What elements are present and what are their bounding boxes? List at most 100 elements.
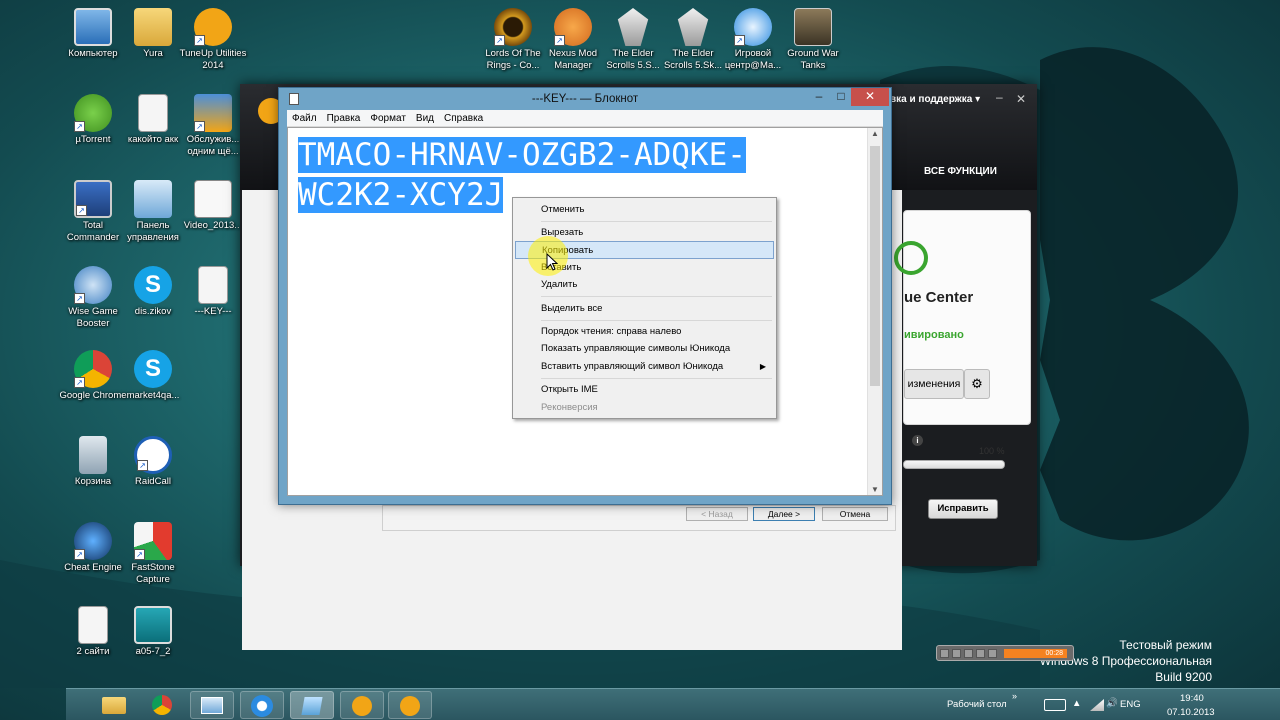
taskbar-control-panel[interactable] <box>190 691 234 719</box>
menu-edit[interactable]: Правка <box>322 110 366 127</box>
game-center-icon <box>251 695 273 717</box>
menu-file[interactable]: Файл <box>287 110 322 127</box>
shortcut-arrow-icon: ↗ <box>74 293 85 304</box>
toolbar-chevron-icon[interactable]: » <box>1012 691 1017 701</box>
menu-help[interactable]: Справка <box>439 110 488 127</box>
close-button[interactable]: ✕ <box>851 88 889 106</box>
shortcut-arrow-icon: ↗ <box>734 35 745 46</box>
nexus-icon: ↗ <box>554 8 592 46</box>
menu-item-select-all[interactable]: Выделить все <box>515 300 774 318</box>
taskbar-explorer[interactable] <box>92 691 136 719</box>
desktop-icon-a05[interactable]: a05-7_2 <box>118 606 188 658</box>
notepad-title: ---KEY--- — Блокнот <box>531 93 639 105</box>
menu-separator <box>541 320 772 321</box>
back-button[interactable]: < Назад <box>686 507 748 521</box>
player-button[interactable] <box>988 649 997 658</box>
desktop-icon-keyfile[interactable]: ---KEY--- <box>178 266 248 318</box>
player-button[interactable] <box>952 649 961 658</box>
settings-gear-button[interactable]: ⚙ <box>964 369 990 399</box>
recorder-mini-player: 00:28 <box>936 645 1074 661</box>
menu-separator <box>541 221 772 222</box>
desktop-icon-faststone[interactable]: ↗ FastStone Capture <box>118 522 188 586</box>
text-file-icon <box>78 606 108 644</box>
player-button[interactable] <box>976 649 985 658</box>
skyrim-icon <box>677 8 709 46</box>
support-link[interactable]: вка и поддержка ▾ <box>890 94 980 105</box>
taskbar-tuneup-2[interactable] <box>388 691 432 719</box>
menu-item-delete[interactable]: Удалить <box>515 276 774 294</box>
progress-percent: 100 % <box>979 446 1005 456</box>
taskbar-game-center[interactable] <box>240 691 284 719</box>
progress-fill <box>904 461 1004 468</box>
menu-separator <box>541 378 772 379</box>
clock-time[interactable]: 19:40 <box>1180 693 1204 704</box>
taskbar-notepad[interactable] <box>290 691 334 719</box>
menu-item-reconversion: Реконверсия <box>541 402 598 413</box>
floppy-icon: ↗ <box>74 180 112 218</box>
taskbar-chrome[interactable] <box>140 691 184 719</box>
desktop-icon-raidcall[interactable]: ↗ RaidCall <box>118 436 188 488</box>
faststone-icon: ↗ <box>134 522 172 560</box>
shortcut-arrow-icon: ↗ <box>494 35 505 46</box>
menu-separator <box>541 296 772 297</box>
tuneup-icon <box>352 696 372 716</box>
close-icon[interactable]: ✕ <box>1016 92 1026 106</box>
scrollbar-thumb[interactable] <box>870 146 880 386</box>
player-button[interactable] <box>964 649 973 658</box>
changes-button[interactable]: изменения <box>904 369 964 399</box>
clock-date[interactable]: 07.10.2013 <box>1167 707 1215 718</box>
tank-icon <box>794 8 832 46</box>
menu-view[interactable]: Вид <box>411 110 439 127</box>
player-button[interactable] <box>940 649 949 658</box>
taskbar-tuneup[interactable] <box>340 691 384 719</box>
all-functions-tab[interactable]: ВСЕ ФУНКЦИИ <box>924 166 997 177</box>
shortcut-arrow-icon: ↗ <box>74 121 85 132</box>
chrome-icon: ↗ <box>74 350 112 388</box>
scroll-up-icon[interactable]: ▲ <box>871 129 879 138</box>
cancel-button[interactable]: Отмена <box>822 507 888 521</box>
keyboard-icon[interactable] <box>1044 699 1066 711</box>
next-button[interactable]: Далее > <box>753 507 815 521</box>
maintenance-icon: ↗ <box>194 94 232 132</box>
menu-item-open-ime[interactable]: Открыть IME <box>515 381 774 399</box>
maximize-button[interactable]: □ <box>831 88 851 106</box>
menu-item-insert-unicode[interactable]: Вставить управляющий символ Юникода ▶ <box>515 358 774 376</box>
maximize-icon: □ <box>837 89 845 103</box>
menu-item-undo[interactable]: Отменить <box>515 201 774 219</box>
shortcut-arrow-icon: ↗ <box>137 460 148 471</box>
submenu-arrow-icon: ▶ <box>759 362 766 371</box>
tuneup-icon: ↗ <box>194 8 232 46</box>
desktop-toolbar-label[interactable]: Рабочий стол <box>947 699 1007 710</box>
scroll-down-icon[interactable]: ▼ <box>871 485 879 494</box>
key-line-1: TMACO-HRNAV-OZGB2-ADQKE- <box>298 137 746 173</box>
volume-icon[interactable]: 🔊 <box>1106 698 1118 709</box>
desktop-icon-service[interactable]: ↗ Обслужив... одним щё... <box>178 94 248 158</box>
tray-arrow-icon[interactable]: ▲ <box>1072 698 1081 709</box>
menu-item-show-unicode[interactable]: Показать управляющие символы Юникода <box>515 340 774 358</box>
chrome-icon <box>152 695 172 715</box>
info-icon[interactable]: i <box>912 435 923 446</box>
desktop-icon-tuneup[interactable]: ↗ TuneUp Utilities 2014 <box>178 8 248 72</box>
network-icon[interactable] <box>1090 699 1104 711</box>
game-center-icon: ↗ <box>734 8 772 46</box>
rocket-icon: ↗ <box>74 266 112 304</box>
video-file-icon <box>194 180 232 218</box>
desktop-icon-market[interactable]: S market4qa... <box>118 350 188 402</box>
desktop-icon-groundwar[interactable]: Ground War Tanks <box>778 8 848 72</box>
language-indicator[interactable]: ENG <box>1120 699 1141 710</box>
minimize-button[interactable]: – <box>807 88 831 106</box>
folder-icon <box>134 8 172 46</box>
minimize-icon: – <box>815 89 823 103</box>
raidcall-icon: ↗ <box>134 436 172 474</box>
fix-button[interactable]: Исправить <box>928 499 998 519</box>
close-icon: ✕ <box>864 89 876 103</box>
control-panel-icon <box>134 180 172 218</box>
desktop-icon-video[interactable]: Video_2013... <box>178 180 248 232</box>
minimize-icon[interactable]: – <box>996 90 1003 104</box>
computer-icon <box>74 8 112 46</box>
vertical-scrollbar[interactable]: ▲ ▼ <box>867 128 882 495</box>
center-title: ue Center <box>904 289 974 306</box>
menu-format[interactable]: Формат <box>365 110 411 127</box>
menu-item-rtl[interactable]: Порядок чтения: справа налево <box>515 323 774 341</box>
key-line-2: WC2K2-XCY2J <box>298 177 504 213</box>
